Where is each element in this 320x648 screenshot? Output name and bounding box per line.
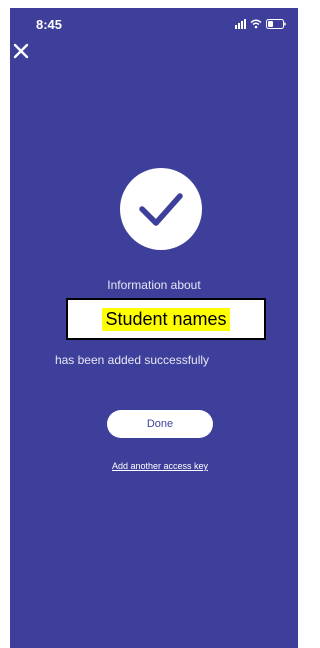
status-time: 8:45 xyxy=(36,17,63,32)
wifi-icon xyxy=(250,19,262,29)
info-text-top: Information about xyxy=(107,278,201,292)
status-bar: 8:45 xyxy=(10,8,298,34)
success-check-badge xyxy=(120,168,202,250)
done-button[interactable]: Done xyxy=(107,410,213,438)
success-screen: 8:45 Information about Student names has… xyxy=(10,8,298,648)
close-button[interactable] xyxy=(12,42,30,60)
info-text-bottom: has been added successfully xyxy=(54,353,210,367)
checkmark-icon xyxy=(139,193,183,226)
signal-icon xyxy=(235,19,246,29)
battery-icon xyxy=(266,19,286,29)
highlighted-subject: Student names xyxy=(102,307,230,331)
status-icons xyxy=(235,18,286,30)
highlight-box: Student names xyxy=(66,298,266,340)
add-access-key-link[interactable]: Add another access key xyxy=(10,461,310,471)
close-icon xyxy=(13,43,29,59)
